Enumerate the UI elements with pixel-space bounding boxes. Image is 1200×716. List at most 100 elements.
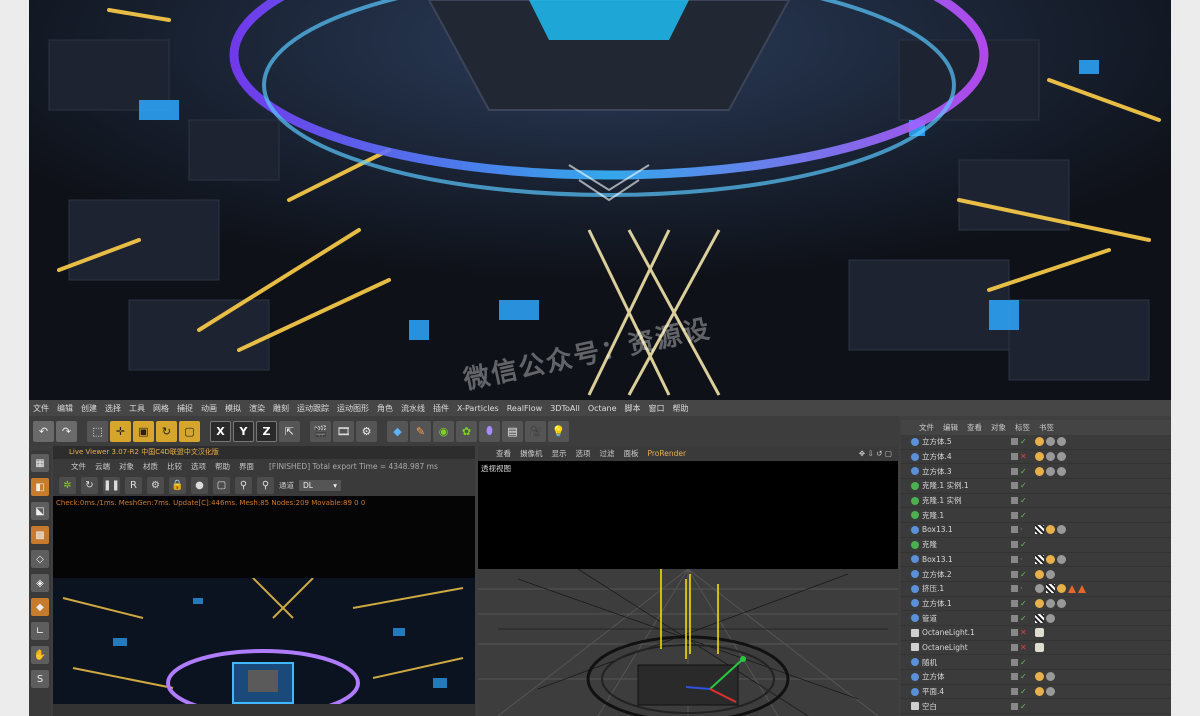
- visibility-flags[interactable]: ✓: [1011, 614, 1027, 623]
- enabled-check-icon[interactable]: ✓: [1020, 496, 1027, 505]
- object-row[interactable]: 克隆 ✓: [901, 538, 1171, 553]
- lv-menu-item[interactable]: 帮助: [215, 461, 230, 472]
- send-scene-icon[interactable]: ✲: [59, 476, 76, 494]
- material-tag-icon[interactable]: [1046, 437, 1055, 447]
- object-row[interactable]: OctaneLight.1 ✕: [901, 626, 1171, 641]
- menu-item[interactable]: 角色: [377, 403, 393, 414]
- object-row[interactable]: 立方体.1 ✓: [901, 597, 1171, 612]
- dot-icon[interactable]: ·: [1020, 525, 1023, 534]
- menu-item[interactable]: 工具: [129, 403, 145, 414]
- dot-icon[interactable]: ·: [1020, 555, 1023, 564]
- menu-item[interactable]: X-Particles: [457, 404, 499, 413]
- material-tag-icon[interactable]: [1046, 569, 1055, 579]
- material-tag-icon[interactable]: [1046, 613, 1055, 623]
- visibility-flags[interactable]: ✓: [1011, 481, 1027, 490]
- object-row[interactable]: 立方体.4 ✕: [901, 450, 1171, 465]
- rotate-tool-icon[interactable]: ↻: [156, 420, 177, 442]
- vp-menu-item[interactable]: 过滤: [600, 448, 615, 459]
- menu-item[interactable]: 网格: [153, 403, 169, 414]
- phong-tag-icon[interactable]: [1046, 554, 1055, 564]
- axis-x-button[interactable]: X: [210, 420, 231, 442]
- vp-menu-item[interactable]: 选项: [576, 448, 591, 459]
- object-row[interactable]: OctaneLight ✕: [901, 641, 1171, 656]
- phong-tag-icon[interactable]: [1057, 584, 1066, 594]
- om-menu-item[interactable]: 标签: [1015, 422, 1030, 433]
- pen-spline-icon[interactable]: ✎: [410, 420, 431, 442]
- phong-tag-icon[interactable]: [1035, 672, 1044, 682]
- menu-item[interactable]: 插件: [433, 403, 449, 414]
- om-menu-item[interactable]: 书签: [1039, 422, 1054, 433]
- texture-tag-icon[interactable]: [1035, 584, 1044, 594]
- snap-icon[interactable]: S: [31, 670, 49, 688]
- lv-menu-item[interactable]: 界面: [239, 461, 254, 472]
- object-row[interactable]: 随机 ✓: [901, 655, 1171, 670]
- menu-item[interactable]: 雕刻: [273, 403, 289, 414]
- visibility-flags[interactable]: ✓: [1011, 467, 1027, 476]
- axis-mode-icon[interactable]: ∟: [31, 622, 49, 640]
- axis-y-button[interactable]: Y: [233, 420, 254, 442]
- pick-material-icon[interactable]: ⚲: [257, 476, 274, 494]
- warning-triangle-icon[interactable]: [1068, 584, 1076, 593]
- enabled-check-icon[interactable]: ✓: [1020, 467, 1027, 476]
- disabled-x-icon[interactable]: ✕: [1020, 628, 1027, 637]
- last-tool-icon[interactable]: ▢: [179, 420, 200, 442]
- visibility-flags[interactable]: ✕: [1011, 643, 1027, 652]
- visibility-flags[interactable]: ✕: [1011, 452, 1027, 461]
- material-tag-icon[interactable]: [1057, 466, 1066, 476]
- light-icon[interactable]: 💡: [548, 420, 569, 442]
- octane-light-tag-icon[interactable]: [1035, 642, 1044, 652]
- lv-menu-item[interactable]: 文件: [71, 461, 86, 472]
- object-row[interactable]: 立方体.3 ✓: [901, 464, 1171, 480]
- disabled-x-icon[interactable]: ✕: [1020, 452, 1027, 461]
- material-tag-icon[interactable]: [1057, 437, 1066, 447]
- make-editable-icon[interactable]: ▦: [31, 454, 49, 472]
- axis-z-button[interactable]: Z: [256, 420, 277, 442]
- pick-focus-icon[interactable]: ⚲: [235, 476, 252, 494]
- phong-tag-icon[interactable]: [1035, 466, 1044, 476]
- perspective-viewport[interactable]: 查看 摄像机 显示 选项 过滤 面板 ProRender ✥ ⇩ ↺ ▢ 透视视…: [478, 446, 898, 716]
- render-picture-viewer-icon[interactable]: 🎞: [333, 420, 354, 442]
- material-tag-icon[interactable]: [1046, 672, 1055, 682]
- object-row[interactable]: 克隆.1 实例 ✓: [901, 494, 1171, 509]
- points-mode-icon[interactable]: ◇: [31, 550, 49, 568]
- coordinate-system-icon[interactable]: ⇱: [279, 420, 300, 442]
- enabled-check-icon[interactable]: ✓: [1020, 702, 1027, 711]
- menu-item[interactable]: 窗口: [649, 403, 665, 414]
- vp-menu-item[interactable]: 面板: [624, 448, 639, 459]
- scale-tool-icon[interactable]: ▣: [133, 420, 154, 442]
- lv-menu-item[interactable]: 选项: [191, 461, 206, 472]
- vp-menu-item[interactable]: 摄像机: [520, 448, 543, 459]
- camera-icon[interactable]: 🎥: [525, 420, 546, 442]
- menu-item[interactable]: 动画: [201, 403, 217, 414]
- visibility-flags[interactable]: ·: [1011, 584, 1023, 593]
- phong-tag-icon[interactable]: [1035, 452, 1044, 462]
- material-tag-icon[interactable]: [1057, 554, 1066, 564]
- material-tag-icon[interactable]: [1057, 598, 1066, 608]
- visibility-flags[interactable]: ✓: [1011, 570, 1027, 579]
- channel-select[interactable]: DL ▾: [299, 479, 341, 491]
- enabled-check-icon[interactable]: ✓: [1020, 687, 1027, 696]
- texture-mode-icon[interactable]: ⬕: [31, 502, 49, 520]
- enabled-check-icon[interactable]: ✓: [1020, 614, 1027, 623]
- undo-icon[interactable]: ↶: [33, 420, 54, 442]
- texture-tag-icon[interactable]: [1035, 613, 1044, 623]
- enabled-check-icon[interactable]: ✓: [1020, 437, 1027, 446]
- viewport-nav-icons[interactable]: ✥ ⇩ ↺ ▢: [859, 449, 892, 458]
- warning-triangle-icon[interactable]: [1078, 584, 1086, 593]
- texture-tag-icon[interactable]: [1035, 525, 1044, 535]
- visibility-flags[interactable]: ✓: [1011, 702, 1027, 711]
- menu-item[interactable]: 模拟: [225, 403, 241, 414]
- menu-item[interactable]: 运动图形: [337, 403, 369, 414]
- visibility-flags[interactable]: ✓: [1011, 658, 1027, 667]
- polygons-mode-icon[interactable]: ◆: [31, 598, 49, 616]
- om-menu-item[interactable]: 文件: [919, 422, 934, 433]
- vp-menu-item[interactable]: 显示: [552, 448, 567, 459]
- phong-tag-icon[interactable]: [1046, 525, 1055, 535]
- material-tag-icon[interactable]: [1046, 466, 1055, 476]
- visibility-flags[interactable]: ·: [1011, 555, 1023, 564]
- tweak-mode-icon[interactable]: ✋: [31, 646, 49, 664]
- selection-tool-icon[interactable]: ⬚: [87, 420, 108, 442]
- visibility-flags[interactable]: ✓: [1011, 511, 1027, 520]
- model-mode-icon[interactable]: ◧: [31, 478, 49, 496]
- menu-item[interactable]: 编辑: [57, 403, 73, 414]
